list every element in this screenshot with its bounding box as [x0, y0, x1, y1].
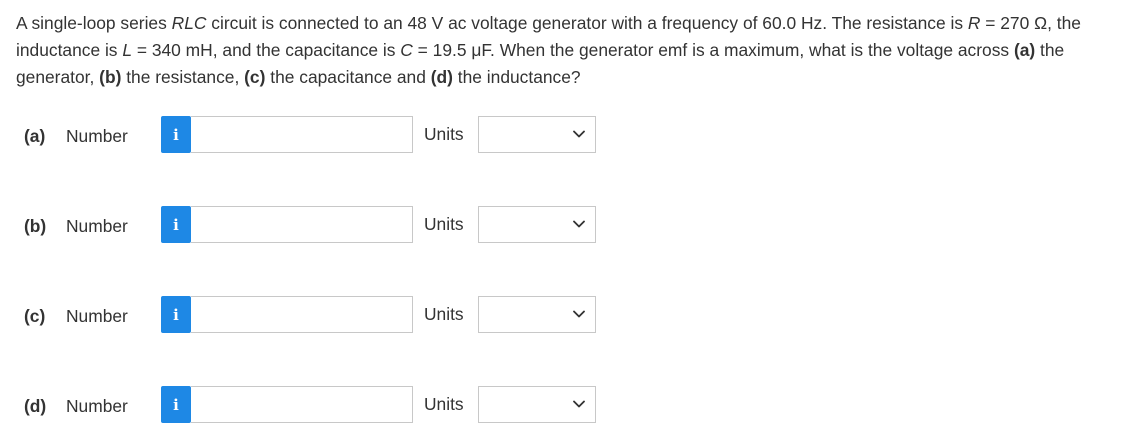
- part-c-marker: (c): [244, 67, 266, 87]
- number-input-a[interactable]: [191, 116, 413, 153]
- info-icon[interactable]: i: [161, 116, 191, 153]
- question-part: = 19.5 μF. When the generator emf is a m…: [412, 40, 1014, 60]
- part-a-marker: (a): [1013, 40, 1036, 60]
- answer-label: (b): [24, 216, 47, 236]
- question-text: A single-loop series RLC circuit is conn…: [16, 10, 1124, 91]
- info-icon[interactable]: i: [161, 296, 191, 333]
- inductance-symbol: L: [122, 40, 133, 60]
- number-label: Number: [66, 216, 128, 236]
- units-select-b[interactable]: [478, 206, 596, 243]
- units-label: Units: [424, 304, 464, 324]
- answer-label: (d): [24, 396, 47, 416]
- answer-row-b: (b) Number i Units: [0, 206, 1135, 246]
- units-select-d[interactable]: [478, 386, 596, 423]
- chevron-down-icon: [573, 400, 585, 408]
- question-part: = 340 mH, and the capacitance is: [132, 40, 401, 60]
- question-part: circuit is connected to an 48 V ac volta…: [206, 13, 968, 33]
- answer-label: (a): [24, 126, 46, 146]
- question-part: the inductance?: [452, 67, 581, 87]
- resistance-symbol: R: [967, 13, 981, 33]
- number-label: Number: [66, 396, 128, 416]
- part-b-marker: (b): [99, 67, 122, 87]
- number-label: Number: [66, 306, 128, 326]
- chevron-down-icon: [573, 220, 585, 228]
- chevron-down-icon: [573, 130, 585, 138]
- question-part: the capacitance and: [265, 67, 431, 87]
- info-icon[interactable]: i: [161, 386, 191, 423]
- info-icon[interactable]: i: [161, 206, 191, 243]
- units-select-a[interactable]: [478, 116, 596, 153]
- number-input-c[interactable]: [191, 296, 413, 333]
- rlc-term: RLC: [171, 13, 207, 33]
- question-part: the resistance,: [121, 67, 245, 87]
- chevron-down-icon: [573, 310, 585, 318]
- number-label: Number: [66, 126, 128, 146]
- number-input-d[interactable]: [191, 386, 413, 423]
- question-part: A single-loop series: [16, 13, 172, 33]
- part-d-marker: (d): [430, 67, 453, 87]
- answer-row-a: (a) Number i Units: [0, 116, 1135, 156]
- capacitance-symbol: C: [400, 40, 413, 60]
- units-select-c[interactable]: [478, 296, 596, 333]
- units-label: Units: [424, 214, 464, 234]
- number-input-b[interactable]: [191, 206, 413, 243]
- answer-row-c: (c) Number i Units: [0, 296, 1135, 336]
- answer-label: (c): [24, 306, 46, 326]
- answer-row-d: (d) Number i Units: [0, 386, 1135, 426]
- units-label: Units: [424, 124, 464, 144]
- units-label: Units: [424, 394, 464, 414]
